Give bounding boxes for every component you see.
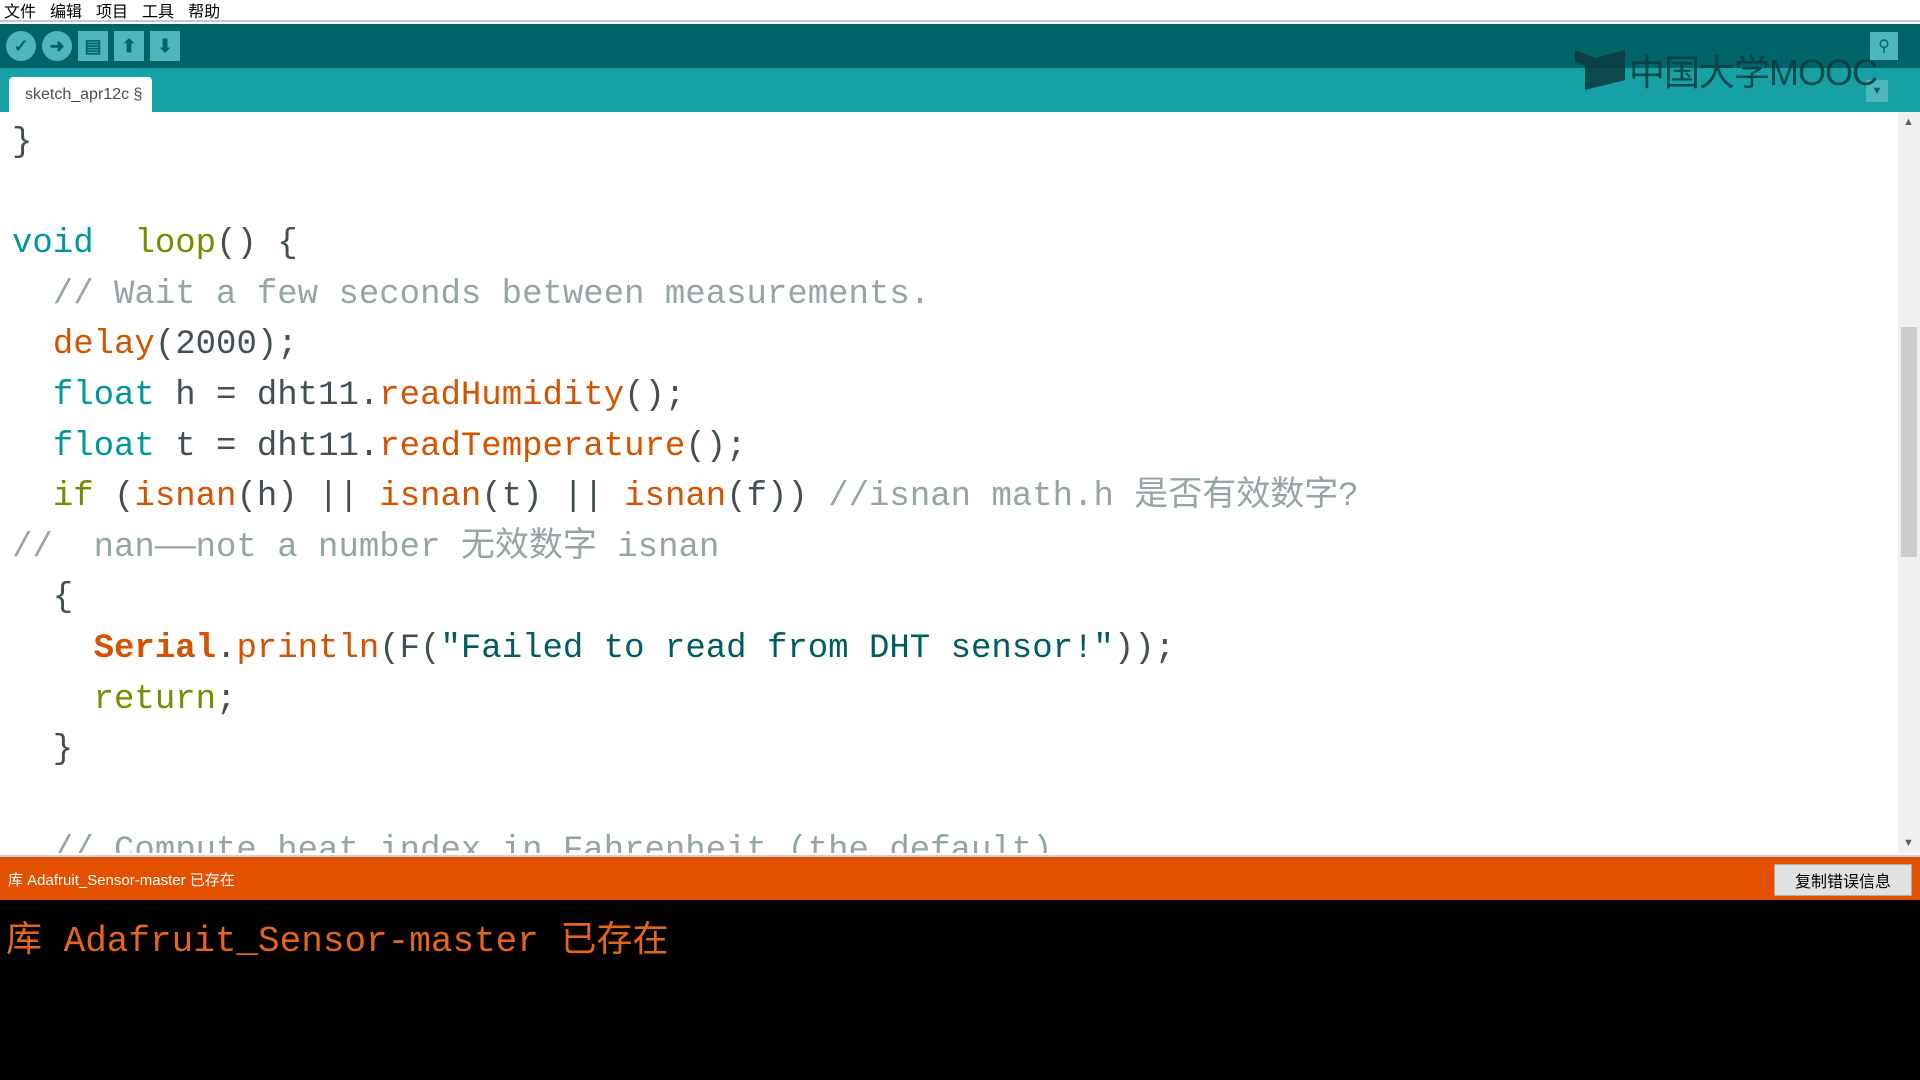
new-button[interactable]: ▤ [78,31,108,61]
menu-item-0[interactable]: 文件 [4,0,36,22]
code-token: float [52,427,155,466]
code-line: } [12,118,32,169]
code-token: . [216,630,237,668]
code-line: // Wait a few seconds between measuremen… [12,270,930,321]
code-token: println [236,630,380,668]
code-token: return [93,680,217,719]
console-output: 库 Adafruit_Sensor-master 已存在 [0,900,1920,1080]
code-token: } [12,731,74,770]
code-token: Serial [93,630,217,668]
scroll-thumb[interactable] [1901,327,1917,557]
code-token: (); [685,427,747,466]
code-token: } [12,124,33,162]
scroll-down-icon[interactable]: ▼ [1903,837,1914,849]
menu-item-2[interactable]: 项目 [96,0,128,22]
code-line: float t = dht11.readTemperature(); [12,422,747,473]
save-button[interactable]: ⬇ [150,31,180,61]
code-token: delay [52,326,155,365]
code-token: loop [134,225,217,264]
code-token: () { [216,225,298,264]
code-token: isnan [134,478,237,517]
tab-sketch[interactable]: sketch_apr12c § [9,77,153,112]
arrow-right-icon: ➜ [49,35,65,56]
code-line: if (isnan(h) || isnan(t) || isnan(f)) //… [12,472,1359,523]
code-line: Serial.println(F("Failed to read from DH… [12,624,1175,675]
code-line: // Compute heat index in Fahrenheit (the… [12,826,1053,853]
open-button[interactable]: ⬆ [114,31,144,61]
code-token: ; [216,680,237,719]
code-token: //isnan math.h 是否有效数字? [828,478,1359,517]
code-token: // Wait a few seconds between measuremen… [12,275,931,314]
check-icon: ✓ [13,35,29,56]
menu-item-1[interactable]: 编辑 [50,0,82,22]
code-token: // Compute heat index in Fahrenheit (the… [12,832,1053,853]
code-token: (h) || [236,478,380,517]
upload-button[interactable]: ➜ [42,31,72,61]
code-token: )); [1113,630,1176,668]
code-editor[interactable]: } void loop() { // Wait a few seconds bet… [0,112,1898,853]
scroll-up-icon[interactable]: ▲ [1903,116,1914,128]
code-line: { [12,573,73,624]
code-line: return; [12,675,237,726]
status-bar: 库 Adafruit_Sensor-master 已存在 复制错误信息 [0,855,1920,900]
menu-item-3[interactable]: 工具 [142,0,174,22]
logo-text: 中国大学MOOC [1629,52,1878,93]
arrow-up-icon: ⬆ [121,35,137,56]
code-token: isnan [624,478,727,517]
code-token: (t) || [481,478,625,517]
console-text: 库 Adafruit_Sensor-master 已存在 [6,921,669,962]
tab-label: sketch_apr12c § [25,85,143,103]
status-message: 库 Adafruit_Sensor-master 已存在 [8,872,235,889]
code-token: "Failed to read from DHT sensor!" [440,630,1114,668]
code-token: if [52,478,94,517]
code-token: // nan——not a number 无效数字 isnan [12,528,720,567]
code-token: float [52,377,155,415]
code-token: void [12,225,94,264]
editor-scrollbar[interactable]: ▲ ▼ [1898,112,1920,853]
code-token: readTemperature [379,427,686,466]
code-line: } [12,725,73,776]
copy-error-button[interactable]: 复制错误信息 [1774,864,1912,896]
code-token: isnan [379,478,482,517]
code-token: (); [624,377,686,415]
logo-mark-icon [1575,50,1625,90]
code-line: void loop() { [12,219,298,270]
code-line: // nan——not a number 无效数字 isnan [12,523,719,574]
verify-button[interactable]: ✓ [6,31,36,61]
code-line: float h = dht11.readHumidity(); [12,371,686,422]
code-token: t = dht11. [154,427,380,466]
code-token: (F( [379,630,441,668]
menu-item-4[interactable]: 帮助 [188,0,220,22]
magnifier-icon: ⚲ [1878,38,1890,55]
document-icon: ▤ [84,35,102,56]
arrow-down-icon: ⬇ [157,35,173,56]
code-token: h = dht11. [154,377,380,415]
code-token: { [12,579,74,618]
code-line: delay(2000); [12,320,298,371]
code-token: (f)) [726,478,829,517]
code-token: (2000); [154,326,298,365]
code-token: readHumidity [379,377,625,415]
mooc-logo: 中国大学MOOC [1575,44,1878,96]
code-token: ( [93,478,135,517]
menu-bar: 文件 编辑 项目 工具 帮助 [0,0,1920,22]
